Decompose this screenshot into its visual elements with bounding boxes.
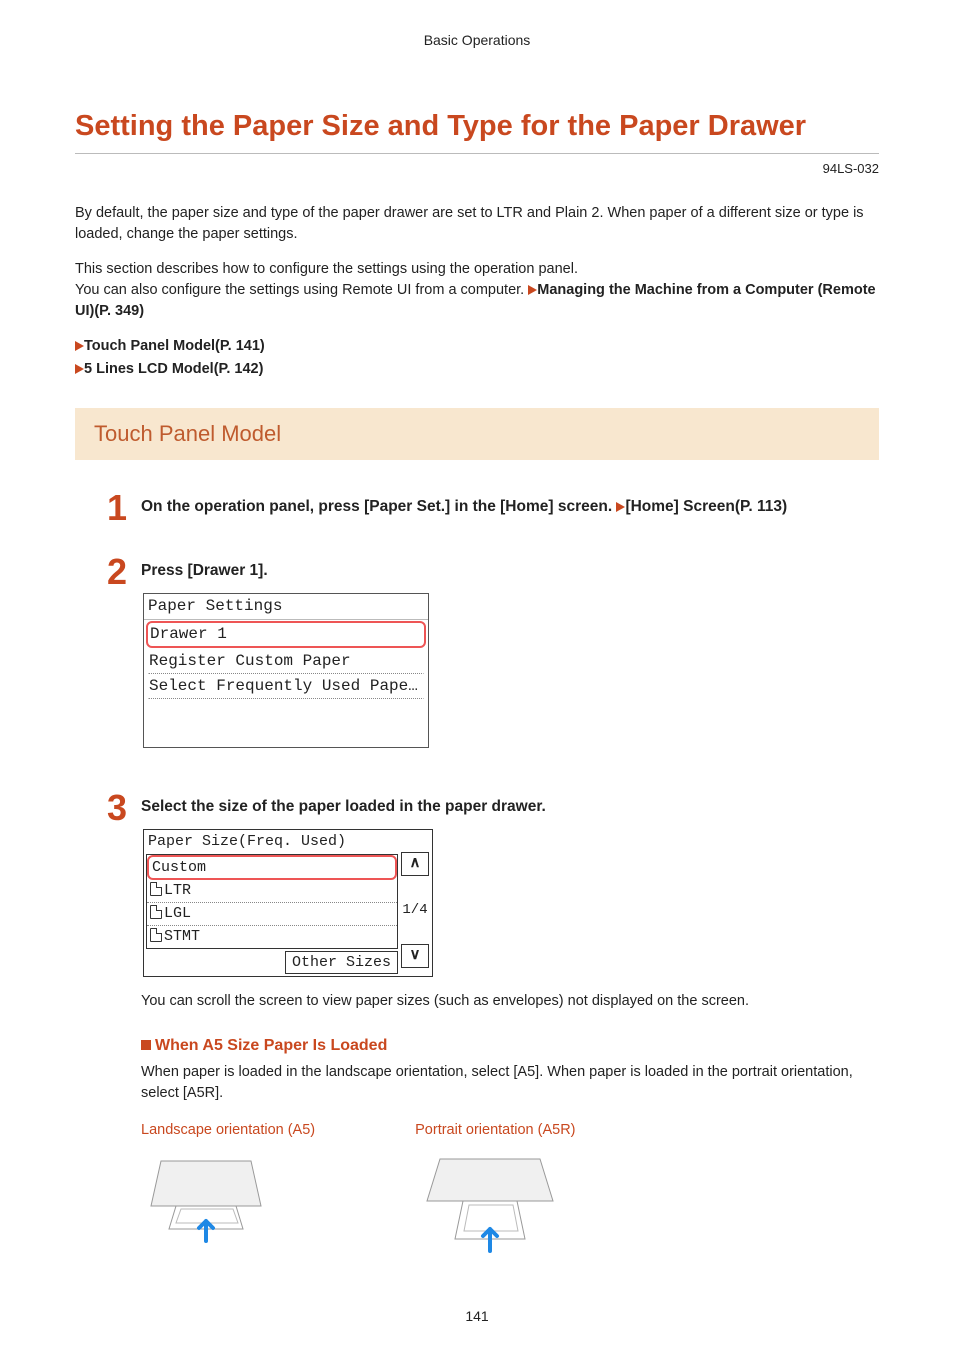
- step-1: 1 On the operation panel, press [Paper S…: [107, 496, 871, 532]
- step-2: 2 Press [Drawer 1]. Paper Settings Drawe…: [107, 560, 871, 768]
- intro-p1: By default, the paper size and type of t…: [75, 203, 879, 245]
- step-3-title: Select the size of the paper loaded in t…: [141, 796, 871, 818]
- scroll-down-button[interactable]: ∨: [401, 944, 429, 968]
- screen-empty-area: [144, 699, 428, 747]
- step-number: 2: [107, 554, 141, 762]
- size-lgl[interactable]: LGL: [147, 903, 397, 926]
- size-stmt[interactable]: STMT: [147, 926, 397, 948]
- toc: Touch Panel Model(P. 141) 5 Lines LCD Mo…: [75, 336, 879, 380]
- page-indicator: 1/4: [402, 900, 427, 920]
- landscape-col: Landscape orientation (A5): [141, 1120, 315, 1256]
- play-icon: [528, 285, 537, 295]
- intro-block: By default, the paper size and type of t…: [75, 203, 879, 322]
- size-ltr[interactable]: LTR: [147, 880, 397, 903]
- portrait-col: Portrait orientation (A5R): [415, 1120, 575, 1256]
- play-icon: [75, 341, 84, 351]
- page-icon: [150, 882, 162, 896]
- page-icon: [150, 905, 162, 919]
- chevron-up-icon: ∧: [410, 853, 421, 875]
- paper-settings-screen: Paper Settings Drawer 1 Register Custom …: [143, 593, 429, 749]
- size-custom[interactable]: Custom: [147, 855, 397, 881]
- step-1-title: On the operation panel, press [Paper Set…: [141, 496, 871, 518]
- other-sizes-button[interactable]: Other Sizes: [285, 951, 398, 975]
- page-title: Setting the Paper Size and Type for the …: [75, 105, 879, 154]
- step-number: 3: [107, 790, 141, 1249]
- paper-size-screen: Paper Size(Freq. Used) Custom LTR LGL ST…: [143, 829, 433, 978]
- home-screen-link[interactable]: [Home] Screen(P. 113): [625, 498, 787, 515]
- portrait-label: Portrait orientation (A5R): [415, 1120, 575, 1141]
- step-2-title: Press [Drawer 1].: [141, 560, 871, 582]
- screen-title: Paper Settings: [144, 594, 428, 620]
- toc-touch-panel[interactable]: Touch Panel Model(P. 141): [84, 338, 265, 354]
- scroll-note: You can scroll the screen to view paper …: [141, 991, 871, 1012]
- intro-p2a: This section describes how to configure …: [75, 261, 578, 277]
- chevron-down-icon: ∨: [410, 945, 421, 967]
- register-custom-paper-option[interactable]: Register Custom Paper: [148, 649, 424, 674]
- screen-title: Paper Size(Freq. Used): [144, 830, 432, 854]
- page-icon: [150, 928, 162, 942]
- orientation-row: Landscape orientation (A5) Portrait orie…: [141, 1120, 871, 1256]
- drawer-1-option[interactable]: Drawer 1: [146, 621, 426, 648]
- intro-p2b: You can also configure the settings usin…: [75, 282, 528, 298]
- scroll-up-button[interactable]: ∧: [401, 852, 429, 876]
- a5-body: When paper is loaded in the landscape or…: [141, 1062, 871, 1104]
- square-bullet-icon: [141, 1040, 151, 1050]
- breadcrumb: Basic Operations: [75, 30, 879, 50]
- toc-5-lines-lcd[interactable]: 5 Lines LCD Model(P. 142): [84, 361, 263, 377]
- printer-landscape-icon: [141, 1151, 271, 1246]
- section-heading: Touch Panel Model: [75, 408, 879, 460]
- printer-portrait-icon: [415, 1151, 565, 1256]
- page-number: 141: [75, 1306, 879, 1326]
- step-3: 3 Select the size of the paper loaded in…: [107, 796, 871, 1255]
- play-icon: [75, 364, 84, 374]
- size-list: Custom LTR LGL STMT: [146, 854, 398, 949]
- landscape-label: Landscape orientation (A5): [141, 1120, 315, 1141]
- select-frequently-used-option[interactable]: Select Frequently Used Pape…: [148, 674, 424, 699]
- play-icon: [616, 502, 625, 512]
- intro-p2: This section describes how to configure …: [75, 259, 879, 322]
- doc-code: 94LS-032: [75, 160, 879, 179]
- step-number: 1: [107, 490, 141, 526]
- a5-subheading: When A5 Size Paper Is Loaded: [141, 1034, 871, 1057]
